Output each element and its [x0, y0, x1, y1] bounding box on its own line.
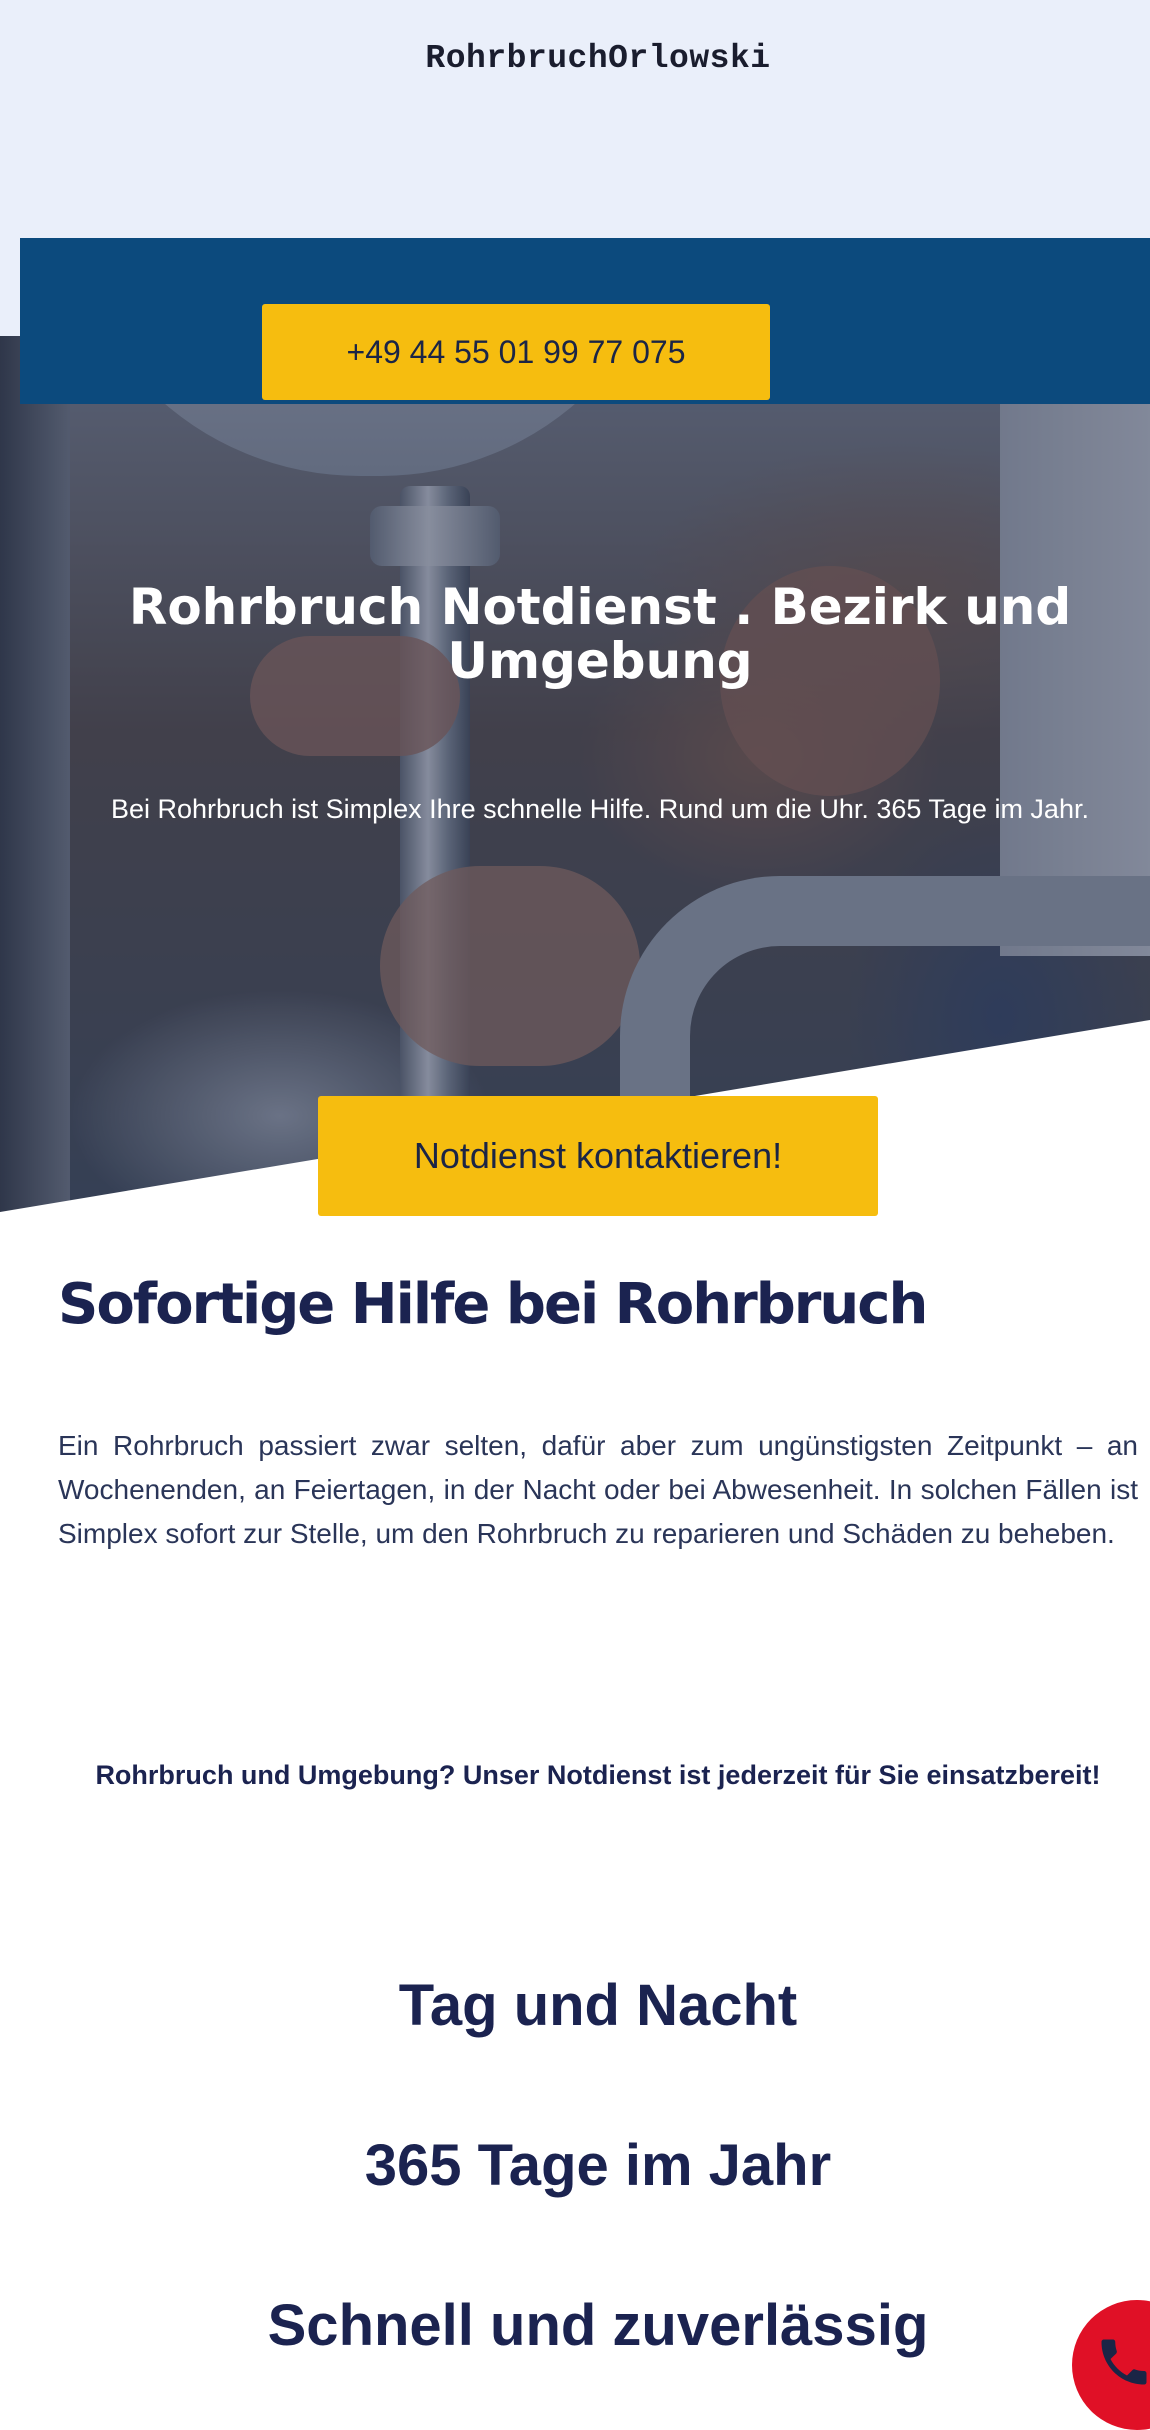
feature-365-days: 365 Tage im Jahr	[364, 2133, 832, 2198]
phone-number-button[interactable]: +49 44 55 01 99 77 075	[262, 304, 770, 400]
section-title: Sofortige Hilfe bei Rohrbruch	[58, 1272, 928, 1337]
feature-fast-reliable: Schnell und zuverlässig	[267, 2293, 929, 2358]
site-logo[interactable]: RohrbruchOrlowski	[0, 40, 1150, 77]
availability-tagline: Rohrbruch und Umgebung? Unser Notdienst …	[95, 1760, 1101, 1790]
contact-emergency-button[interactable]: Notdienst kontaktieren!	[318, 1096, 878, 1216]
feature-day-night: Tag und Nacht	[398, 1973, 798, 2038]
hero-subtitle: Bei Rohrbruch ist Simplex Ihre schnelle …	[111, 794, 1089, 824]
section-body-text: Ein Rohrbruch passiert zwar selten, dafü…	[58, 1430, 1138, 1549]
hero-title: Rohrbruch Notdienst . Bezirk und Umgebun…	[128, 578, 1072, 690]
phone-icon	[1101, 2339, 1147, 2385]
